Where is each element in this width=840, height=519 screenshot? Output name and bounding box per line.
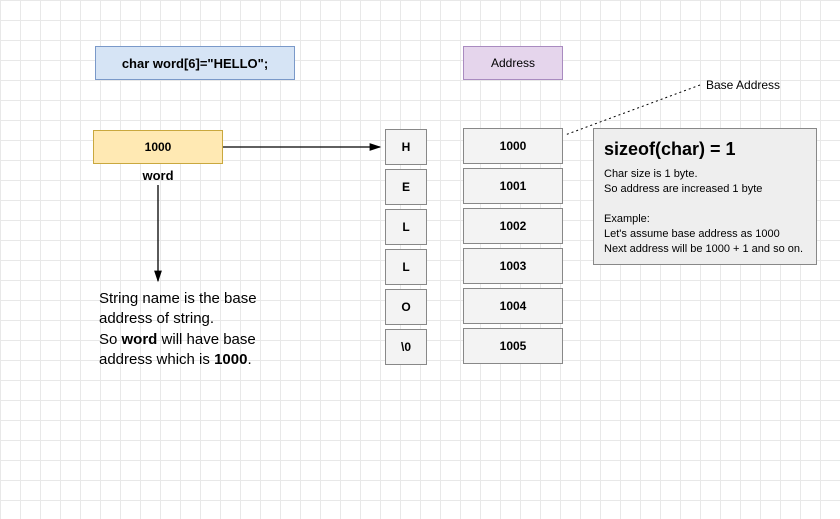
sizeof-explain-box: sizeof(char) = 1 Char size is 1 byte. So… [593,128,817,265]
addr-cell: 1005 [463,328,563,364]
variable-name-label: word [93,168,223,183]
base-address-value: 1000 [145,140,172,154]
declaration-text: char word[6]="HELLO"; [122,56,268,71]
char-cell: \0 [385,329,427,365]
text: String name is the base address of strin… [99,290,257,327]
string-explanation: String name is the base address of strin… [99,289,294,370]
explain-line: Char size is 1 byte. [604,167,806,182]
sizeof-title: sizeof(char) = 1 [604,137,806,161]
char-column: H E L L O \0 [385,129,427,369]
char-cell: E [385,169,427,205]
explain-example-line: Next address will be 1000 + 1 and so on. [604,242,806,257]
char-cell: L [385,249,427,285]
address-header-text: Address [491,56,535,70]
addr-cell: 1003 [463,248,563,284]
address-header: Address [463,46,563,80]
declaration-box: char word[6]="HELLO"; [95,46,295,80]
base-address-box: 1000 [93,130,223,164]
char-cell: H [385,129,427,165]
text-bold: word [122,331,158,348]
addr-cell: 1000 [463,128,563,164]
explain-example-line: Let's assume base address as 1000 [604,227,806,242]
text: . [247,351,251,368]
text-bold: 1000 [214,351,247,368]
addr-cell: 1001 [463,168,563,204]
explain-line: So address are increased 1 byte [604,182,806,197]
text: So [99,331,122,348]
base-address-label: Base Address [706,78,780,92]
char-cell: O [385,289,427,325]
char-cell: L [385,209,427,245]
explain-example-head: Example: [604,212,806,227]
address-column: 1000 1001 1002 1003 1004 1005 [463,128,563,368]
addr-cell: 1004 [463,288,563,324]
addr-cell: 1002 [463,208,563,244]
